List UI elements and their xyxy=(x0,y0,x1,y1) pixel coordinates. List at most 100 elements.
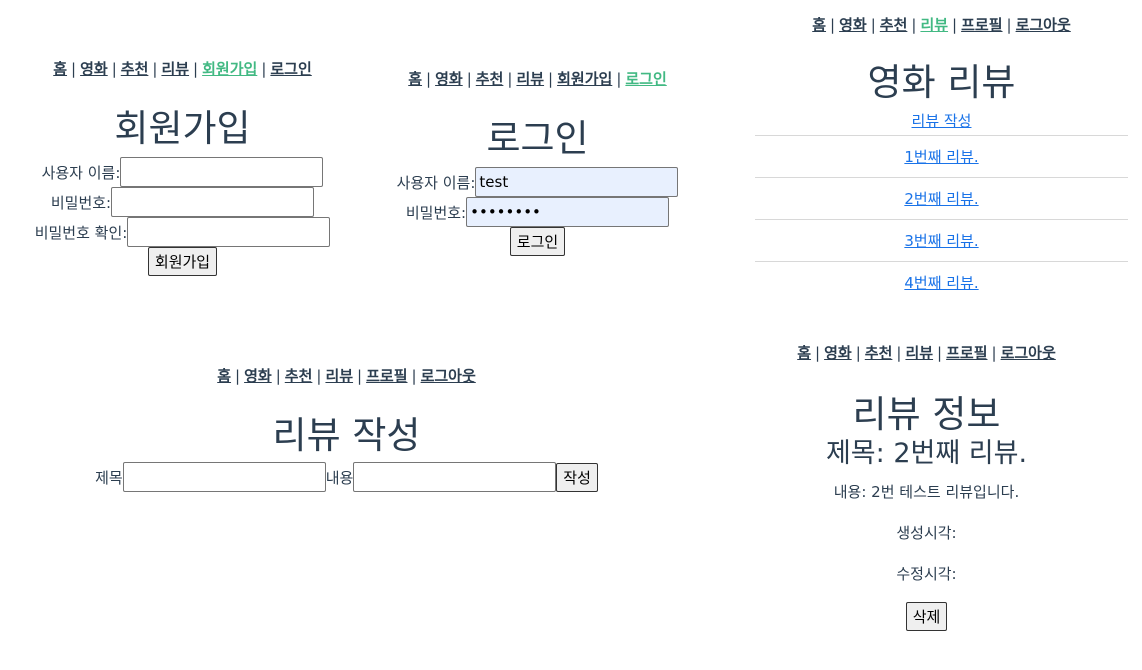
nav-logout-link[interactable]: 로그아웃 xyxy=(1001,344,1056,362)
review-submit-button[interactable]: 작성 xyxy=(556,462,598,492)
nav-reviews-link[interactable]: 리뷰 xyxy=(920,16,948,34)
signup-password-confirm-input[interactable] xyxy=(127,217,331,247)
nav-separator: | xyxy=(71,60,77,78)
write-review-row: 리뷰 작성 xyxy=(755,105,1128,135)
nav-separator: | xyxy=(1006,16,1012,34)
login-password-input[interactable] xyxy=(466,197,670,227)
nav-home-link[interactable]: 홈 xyxy=(408,70,422,88)
login-username-input[interactable] xyxy=(475,167,679,197)
nav-movies-link[interactable]: 영화 xyxy=(839,16,867,34)
review-detail-panel: 홈 | 영화 | 추천 | 리뷰 | 프로필 | 로그아웃 리뷰 정보 제목: 2번째 리뷰. 내용… xyxy=(740,342,1113,631)
write-review-link[interactable]: 리뷰 작성 xyxy=(912,110,972,131)
nav-separator: | xyxy=(952,16,958,34)
nav-separator: | xyxy=(426,70,432,88)
nav-reviews-link[interactable]: 리뷰 xyxy=(161,60,189,78)
nav-login-link[interactable]: 로그인 xyxy=(625,70,666,88)
review-list-item: 4번째 리뷰. xyxy=(755,261,1128,303)
signup-nav: 홈 | 영화 | 추천 | 리뷰 | 회원가입 | 로그인 xyxy=(0,58,365,79)
nav-separator: | xyxy=(275,367,281,385)
review-write-form: 제목 내용 작성 xyxy=(0,462,693,492)
review-content-label: 내용 xyxy=(325,468,354,487)
signup-title: 회원가입 xyxy=(114,107,251,150)
nav-movies-link[interactable]: 영화 xyxy=(80,60,108,78)
nav-movies-link[interactable]: 영화 xyxy=(435,70,463,88)
nav-recommend-link[interactable]: 추천 xyxy=(121,60,149,78)
nav-profile-link[interactable]: 프로필 xyxy=(366,367,407,385)
nav-profile-link[interactable]: 프로필 xyxy=(946,344,987,362)
nav-separator: | xyxy=(616,70,622,88)
review-write-title: 리뷰 작성 xyxy=(272,414,421,457)
review-list-item: 3번째 리뷰. xyxy=(755,219,1128,261)
review-list-nav: 홈 | 영화 | 추천 | 리뷰 | 프로필 | 로그아웃 xyxy=(755,14,1128,35)
login-panel: 홈|영화|추천|리뷰|회원가입|로그인 로그인 사용자 이름: 비밀번호: 로그… xyxy=(355,68,720,256)
signup-password-row: 비밀번호: xyxy=(0,187,365,217)
signup-submit-button[interactable]: 회원가입 xyxy=(147,247,218,276)
nav-reviews-link[interactable]: 리뷰 xyxy=(905,344,933,362)
nav-logout-link[interactable]: 로그아웃 xyxy=(1016,16,1071,34)
nav-separator: | xyxy=(911,16,917,34)
login-username-label: 사용자 이름: xyxy=(396,173,476,192)
nav-separator: | xyxy=(235,367,241,385)
nav-separator: | xyxy=(991,344,997,362)
login-username-row: 사용자 이름: xyxy=(355,167,720,197)
review-write-panel: 홈 | 영화 | 추천 | 리뷰 | 프로필 | 로그아웃 리뷰 작성 제목 내용 작성 xyxy=(0,365,693,492)
review-detail-subject: 제목: 2번째 리뷰. xyxy=(825,438,1028,469)
review-item-link[interactable]: 4번째 리뷰. xyxy=(904,272,978,293)
login-submit-button[interactable]: 로그인 xyxy=(509,227,566,256)
nav-separator: | xyxy=(507,70,513,88)
review-delete-row: 삭제 xyxy=(740,602,1113,631)
nav-recommend-link[interactable]: 추천 xyxy=(476,70,504,88)
nav-separator: | xyxy=(855,344,861,362)
nav-separator: | xyxy=(193,60,199,78)
review-detail-nav: 홈 | 영화 | 추천 | 리뷰 | 프로필 | 로그아웃 xyxy=(740,342,1113,363)
nav-recommend-link[interactable]: 추천 xyxy=(880,16,908,34)
review-list-item: 1번째 리뷰. xyxy=(755,135,1128,177)
nav-reviews-link[interactable]: 리뷰 xyxy=(516,70,544,88)
review-list-panel: 홈 | 영화 | 추천 | 리뷰 | 프로필 | 로그아웃 영화 리뷰 리뷰 작성 1번째 리뷰. … xyxy=(755,14,1128,303)
signup-username-label: 사용자 이름: xyxy=(41,163,121,182)
nav-recommend-link[interactable]: 추천 xyxy=(865,344,893,362)
nav-home-link[interactable]: 홈 xyxy=(812,16,826,34)
review-title-label: 제목 xyxy=(95,468,123,487)
nav-separator: | xyxy=(937,344,943,362)
nav-signup-link[interactable]: 회원가입 xyxy=(202,60,257,78)
nav-home-link[interactable]: 홈 xyxy=(53,60,67,78)
nav-separator: | xyxy=(152,60,158,78)
nav-separator: | xyxy=(830,16,836,34)
review-item-link[interactable]: 2번째 리뷰. xyxy=(904,188,978,209)
nav-separator: | xyxy=(466,70,472,88)
review-detail-content: 내용: 2번 테스트 리뷰입니다. xyxy=(833,483,1020,501)
nav-signup-link[interactable]: 회원가입 xyxy=(557,70,612,88)
review-write-nav: 홈 | 영화 | 추천 | 리뷰 | 프로필 | 로그아웃 xyxy=(0,365,693,386)
nav-reviews-link[interactable]: 리뷰 xyxy=(325,367,353,385)
review-item-link[interactable]: 1번째 리뷰. xyxy=(904,146,978,167)
login-nav: 홈 | 영화 | 추천 | 리뷰 | 회원가입 | 로그인 xyxy=(355,68,720,89)
review-title-input[interactable] xyxy=(122,462,326,492)
nav-movies-link[interactable]: 영화 xyxy=(244,367,272,385)
nav-separator: | xyxy=(815,344,821,362)
nav-home-link[interactable]: 홈 xyxy=(797,344,811,362)
login-password-row: 비밀번호: xyxy=(355,197,720,227)
delete-review-button[interactable]: 삭제 xyxy=(905,602,948,631)
signup-submit-row: 회원가입 xyxy=(0,247,365,276)
nav-profile-link[interactable]: 프로필 xyxy=(961,16,1002,34)
nav-recommend-link[interactable]: 추천 xyxy=(285,367,313,385)
nav-logout-link[interactable]: 로그아웃 xyxy=(421,367,476,385)
review-item-link[interactable]: 3번째 리뷰. xyxy=(904,230,978,251)
nav-separator: | xyxy=(870,16,876,34)
login-password-label: 비밀번호: xyxy=(405,203,467,222)
signup-panel: 홈 | 영화 | 추천 | 리뷰 | 회원가입 | 로그인 회원가입 사용자 이름: 비밀번호: 비… xyxy=(0,58,365,276)
nav-separator: | xyxy=(357,367,363,385)
nav-movies-link[interactable]: 영화 xyxy=(824,344,852,362)
nav-separator: | xyxy=(316,367,322,385)
login-title: 로그인 xyxy=(486,117,589,160)
nav-login-link[interactable]: 로그인 xyxy=(270,60,311,78)
review-list-title: 영화 리뷰 xyxy=(867,61,1016,104)
signup-password-input[interactable] xyxy=(111,187,315,217)
signup-password-confirm-label: 비밀번호 확인: xyxy=(34,223,128,242)
nav-home-link[interactable]: 홈 xyxy=(217,367,231,385)
signup-username-input[interactable] xyxy=(120,157,324,187)
review-content-input[interactable] xyxy=(353,462,557,492)
login-submit-row: 로그인 xyxy=(355,227,720,256)
nav-separator: | xyxy=(261,60,267,78)
